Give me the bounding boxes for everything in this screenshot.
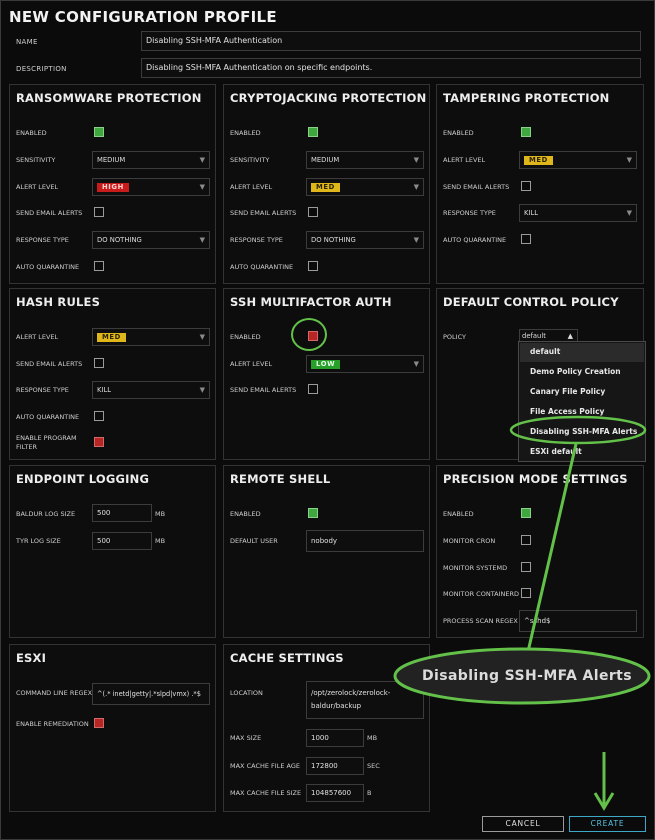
zoom-callout-label: Disabling SSH-MFA Alerts — [422, 668, 633, 684]
annotation-overlay — [393, 415, 651, 811]
option-highlight-ellipse — [509, 415, 647, 445]
callout-line — [525, 443, 578, 657]
